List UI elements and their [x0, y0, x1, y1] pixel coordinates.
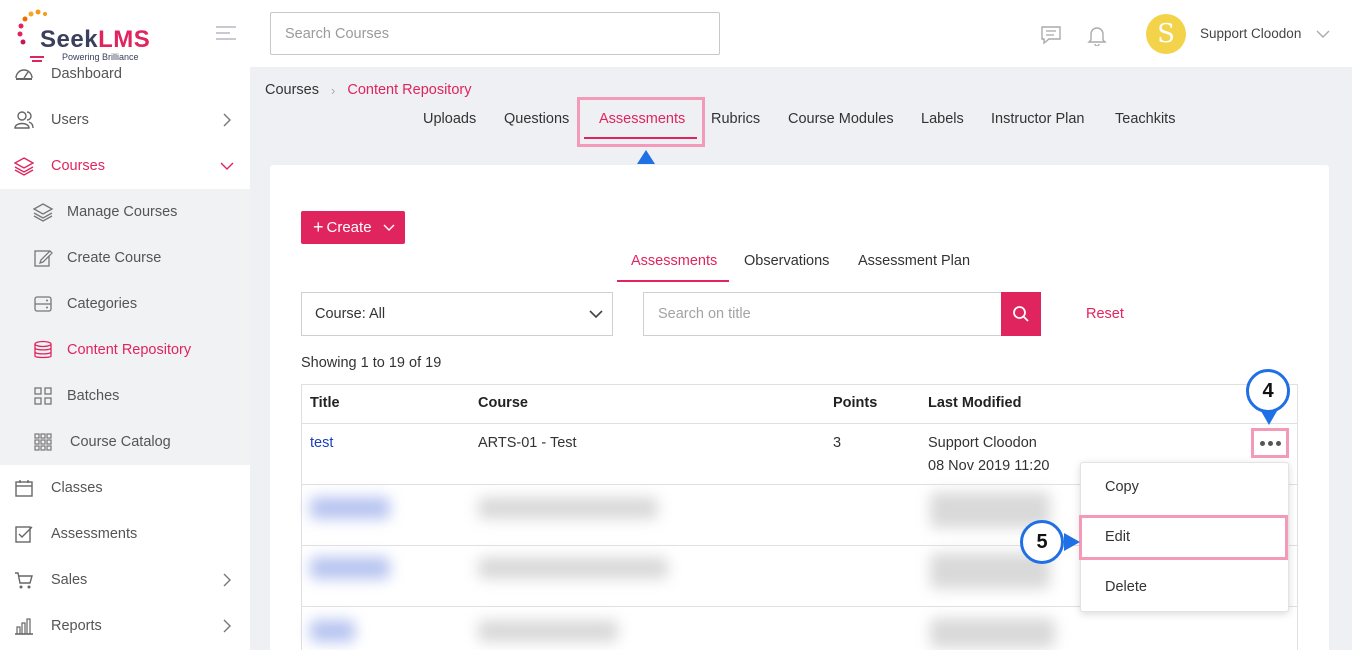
- search-icon: [1013, 306, 1029, 322]
- sidebar-item-manage-courses[interactable]: Manage Courses: [0, 189, 250, 235]
- plus-icon: +: [313, 217, 324, 237]
- chevron-down-icon[interactable]: [1316, 28, 1330, 40]
- layers-icon: [14, 157, 34, 176]
- more-dots-icon: [1259, 440, 1265, 446]
- subtab-observations[interactable]: Observations: [744, 253, 829, 269]
- breadcrumb: Courses › Content Repository: [265, 82, 471, 98]
- blurred-cell: [310, 620, 355, 642]
- sidebar-item-content-repository[interactable]: Content Repository: [0, 327, 250, 373]
- tab-rubrics[interactable]: Rubrics: [711, 111, 760, 127]
- chevron-down-icon: [589, 310, 603, 319]
- search-button[interactable]: [1001, 292, 1041, 336]
- messages-icon[interactable]: [1040, 24, 1062, 46]
- menu-item-delete[interactable]: Delete: [1105, 579, 1147, 595]
- table-divider: [302, 423, 1297, 424]
- bar-chart-icon: [15, 618, 33, 635]
- callout-pointer-icon: [1064, 533, 1080, 551]
- sidebar-item-assessments[interactable]: Assessments: [0, 511, 250, 557]
- menu-toggle-icon[interactable]: [216, 26, 236, 42]
- sidebar-item-batches[interactable]: Batches: [0, 373, 250, 419]
- row-points: 3: [833, 435, 842, 451]
- column-header-title[interactable]: Title: [310, 395, 340, 411]
- chevron-right-icon: [223, 619, 231, 633]
- layers-icon: [33, 203, 53, 222]
- sidebar-item-reports[interactable]: Reports: [0, 603, 250, 649]
- top-header: Search Courses S Support Cloodon: [250, 0, 1352, 67]
- calendar-icon: [15, 480, 33, 497]
- dashboard-icon: [15, 69, 33, 80]
- callout-pointer-icon: [637, 150, 655, 164]
- blurred-cell: [310, 557, 390, 579]
- chevron-right-icon: [223, 113, 231, 127]
- sidebar-item-users[interactable]: Users: [0, 97, 250, 143]
- apps-icon: [34, 433, 52, 451]
- logo-text: SeekLMS: [40, 26, 151, 53]
- highlight-box-step-5: [1079, 515, 1288, 560]
- sidebar-item-create-course[interactable]: Create Course: [0, 235, 250, 281]
- breadcrumb-courses[interactable]: Courses: [265, 82, 319, 98]
- sidebar-item-courses[interactable]: Courses: [0, 143, 250, 189]
- row-course: ARTS-01 - Test: [478, 435, 577, 451]
- user-name[interactable]: Support Cloodon: [1200, 26, 1301, 41]
- tab-course-modules[interactable]: Course Modules: [788, 111, 894, 127]
- avatar[interactable]: S: [1146, 14, 1186, 54]
- tab-uploads[interactable]: Uploads: [423, 111, 476, 127]
- blurred-cell: [478, 557, 668, 579]
- column-header-points[interactable]: Points: [833, 395, 877, 411]
- breadcrumb-current: Content Repository: [347, 82, 472, 98]
- bell-icon[interactable]: [1086, 24, 1108, 46]
- blurred-cell: [478, 620, 618, 642]
- tab-instructor-plan[interactable]: Instructor Plan: [991, 111, 1085, 127]
- sidebar-item-classes[interactable]: Classes: [0, 465, 250, 511]
- sidebar-item-dashboard[interactable]: Dashboard: [0, 51, 250, 97]
- results-count: Showing 1 to 19 of 19: [301, 355, 442, 371]
- search-title-input[interactable]: Search on title: [643, 292, 1001, 336]
- tab-questions[interactable]: Questions: [504, 111, 569, 127]
- create-button[interactable]: + Create: [301, 211, 405, 244]
- sidebar-item-categories[interactable]: Categories: [0, 281, 250, 327]
- chevron-down-icon: [220, 162, 234, 170]
- row-modified-by: Support Cloodon: [928, 435, 1037, 451]
- users-icon: [14, 111, 34, 129]
- subtab-active-underline: [617, 280, 729, 282]
- row-modified-at: 08 Nov 2019 11:20: [928, 458, 1050, 474]
- reset-link[interactable]: Reset: [1086, 306, 1124, 322]
- menu-item-copy[interactable]: Copy: [1105, 479, 1139, 495]
- subtab-assessment-plan[interactable]: Assessment Plan: [858, 253, 970, 269]
- course-filter-select[interactable]: Course: All: [301, 292, 613, 336]
- cart-icon: [15, 572, 33, 589]
- database-icon: [34, 340, 52, 359]
- sidebar-item-sales[interactable]: Sales: [0, 557, 250, 603]
- chevron-down-icon: [383, 224, 395, 231]
- chevron-right-icon: [223, 573, 231, 587]
- column-header-course[interactable]: Course: [478, 395, 528, 411]
- blurred-cell: [478, 497, 658, 519]
- sidebar-item-course-catalog[interactable]: Course Catalog: [0, 419, 250, 465]
- callout-pointer-icon: [1261, 411, 1277, 425]
- checkbox-icon: [15, 526, 33, 543]
- subtab-assessments[interactable]: Assessments: [631, 253, 717, 269]
- sidebar: SeekLMS Powering Brilliance Dashboard Us…: [0, 0, 250, 650]
- callout-step-4: 4: [1246, 369, 1290, 413]
- drive-icon: [34, 296, 52, 312]
- column-header-last-modified[interactable]: Last Modified: [928, 395, 1021, 411]
- row-title-link[interactable]: test: [310, 435, 333, 451]
- edit-icon: [34, 250, 53, 267]
- tab-teachkits[interactable]: Teachkits: [1115, 111, 1175, 127]
- tab-labels[interactable]: Labels: [921, 111, 964, 127]
- grid-icon: [34, 387, 52, 405]
- blurred-cell: [310, 497, 390, 519]
- breadcrumb-separator-icon: ›: [331, 82, 336, 98]
- search-courses-input[interactable]: Search Courses: [270, 12, 720, 55]
- highlight-box-step-3: [577, 97, 705, 147]
- callout-step-5: 5: [1020, 520, 1064, 564]
- row-more-button[interactable]: [1251, 428, 1289, 458]
- blurred-cell: [930, 618, 1055, 648]
